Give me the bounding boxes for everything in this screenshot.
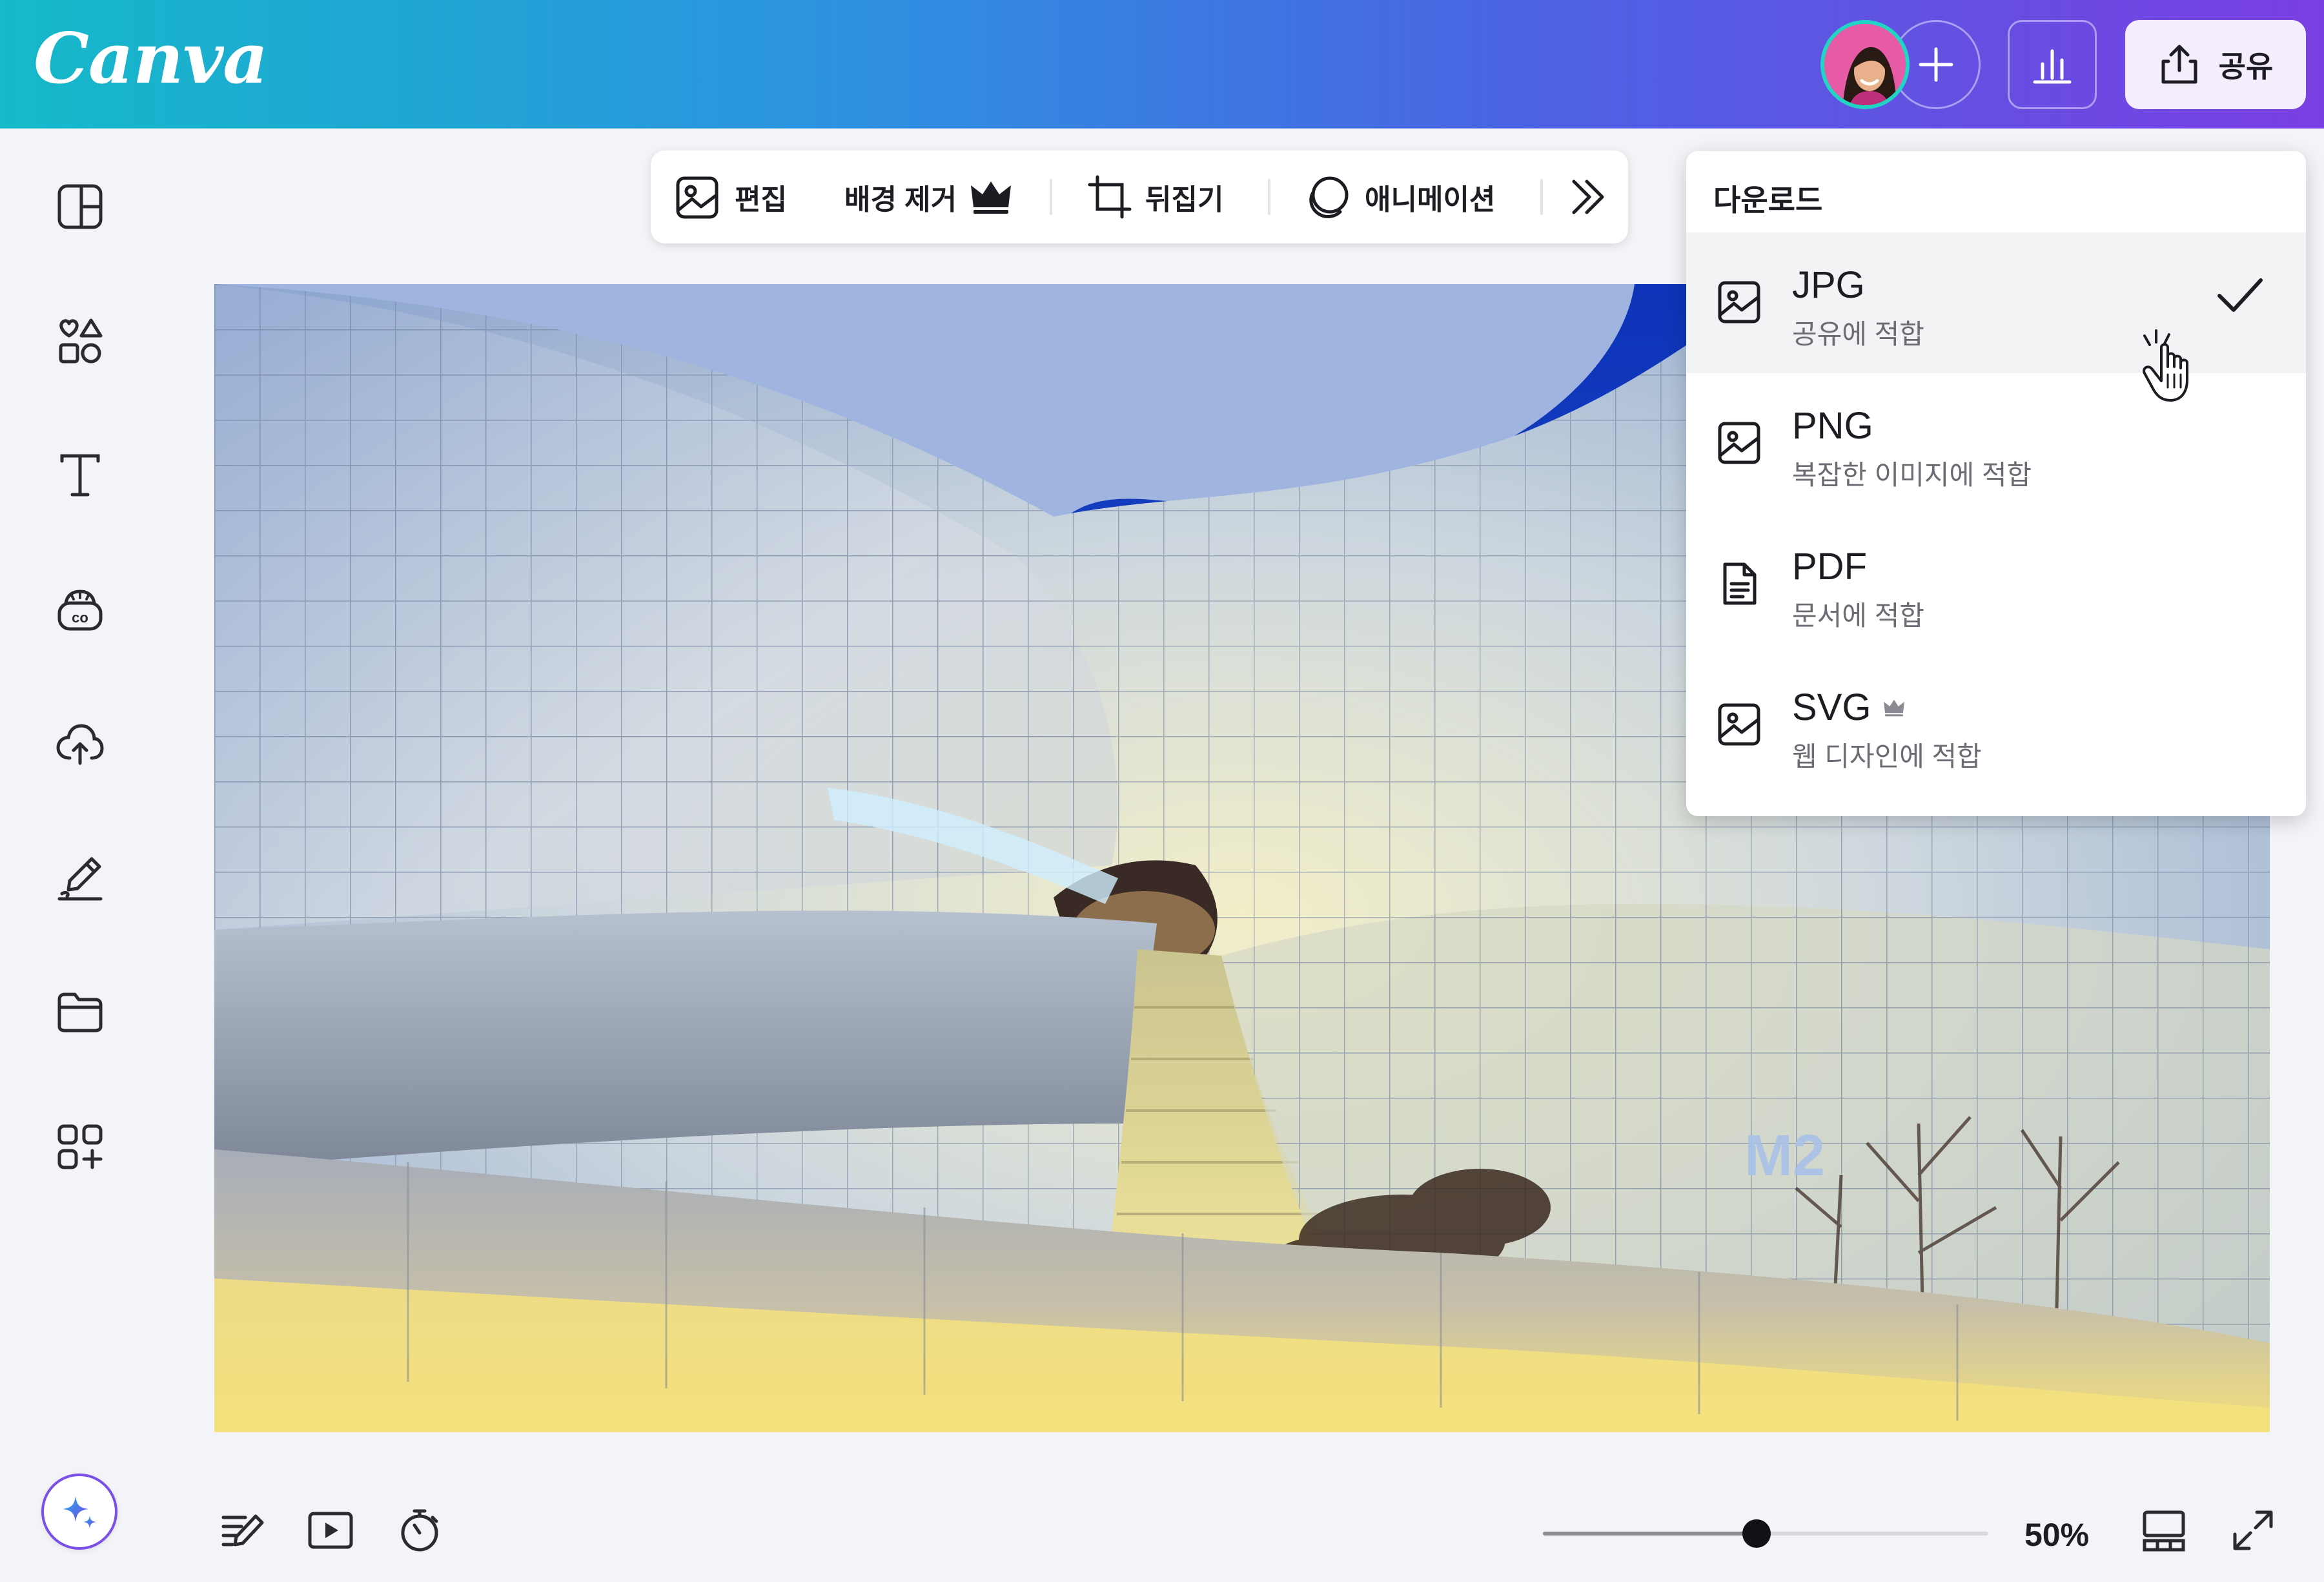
sidebar-item-elements[interactable] bbox=[54, 315, 106, 367]
zoom-slider-fill bbox=[1543, 1532, 1757, 1536]
plus-icon bbox=[1919, 47, 1953, 82]
crown-icon bbox=[971, 181, 1012, 214]
toolbar-divider bbox=[1050, 179, 1052, 215]
crop-icon bbox=[1088, 175, 1132, 219]
share-upload-icon bbox=[2161, 45, 2197, 84]
edit-label: 편집 bbox=[735, 184, 787, 216]
animate-icon bbox=[1309, 176, 1349, 218]
apps-icon bbox=[57, 1124, 103, 1169]
timer-button[interactable] bbox=[394, 1505, 445, 1556]
format-option-png[interactable]: PNG 복잡한 이미지에 적합 bbox=[1686, 373, 2306, 514]
bg-remove-button[interactable]: 배경 제거 bbox=[844, 150, 1012, 243]
format-name: SVG bbox=[1792, 686, 1871, 728]
download-menu-title: 다운로드 bbox=[1713, 183, 1823, 217]
format-option-pdf[interactable]: PDF 문서에 적합 bbox=[1686, 514, 2306, 655]
format-option-svg[interactable]: SVG 웹 디자인에 적합 bbox=[1686, 655, 2306, 796]
flip-button[interactable]: 뒤집기 bbox=[1087, 150, 1223, 243]
checkmark-icon bbox=[2217, 278, 2263, 312]
format-description: 공유에 적합 bbox=[1792, 319, 1924, 349]
sidebar-item-draw[interactable] bbox=[54, 852, 106, 904]
timer-icon bbox=[401, 1509, 438, 1552]
format-description: 복잡한 이미지에 적합 bbox=[1792, 460, 2032, 490]
sparkle-icon bbox=[63, 1496, 96, 1528]
animate-button[interactable]: 애니메이션 bbox=[1304, 150, 1495, 243]
toolbar-divider bbox=[1268, 179, 1270, 215]
toolbar-divider bbox=[1540, 179, 1543, 215]
bg-remove-label: 배경 제거 bbox=[844, 184, 957, 216]
format-description: 문서에 적합 bbox=[1792, 601, 1924, 631]
present-button[interactable] bbox=[305, 1505, 356, 1556]
elements-icon bbox=[59, 318, 103, 364]
zoom-slider-thumb[interactable] bbox=[1742, 1519, 1771, 1548]
canva-logo[interactable]: Canva bbox=[34, 18, 268, 99]
premium-crown-icon bbox=[1883, 699, 1904, 716]
text-icon bbox=[60, 454, 100, 497]
download-format-menu: 다운로드 JPG 공유에 적합 PNG 복잡한 이미지에 적합 PDF 문서에 … bbox=[1686, 151, 2306, 816]
avatar[interactable] bbox=[1820, 20, 1910, 109]
uploads-cloud-icon bbox=[56, 724, 104, 765]
format-name: PNG bbox=[1792, 405, 1873, 447]
sidebar-item-brand[interactable]: co bbox=[54, 584, 106, 635]
hand-cursor-icon bbox=[2143, 329, 2188, 402]
double-chevron-right-icon bbox=[1572, 180, 1604, 214]
sidebar-item-uploads[interactable] bbox=[54, 718, 106, 770]
format-name: JPG bbox=[1792, 264, 1865, 306]
present-icon bbox=[308, 1512, 353, 1549]
flip-label: 뒤집기 bbox=[1145, 184, 1224, 216]
format-description: 웹 디자인에 적합 bbox=[1792, 741, 1982, 772]
brand-icon: co bbox=[57, 590, 103, 631]
zoom-slider[interactable] bbox=[1543, 1519, 1988, 1548]
fullscreen-button[interactable] bbox=[2227, 1505, 2279, 1556]
edit-image-button[interactable]: 편집 bbox=[674, 150, 787, 243]
share-label: 공유 bbox=[2218, 50, 2274, 83]
more-tools-button[interactable] bbox=[1567, 150, 1609, 243]
notes-button[interactable] bbox=[217, 1505, 269, 1556]
magic-assistant-button[interactable] bbox=[41, 1474, 117, 1550]
grid-view-button[interactable] bbox=[2138, 1505, 2190, 1556]
design-panel-icon bbox=[57, 184, 103, 229]
format-name: PDF bbox=[1792, 546, 1867, 588]
sidebar-item-projects[interactable] bbox=[54, 987, 106, 1038]
top-header: Canva 공유 bbox=[0, 0, 2324, 128]
format-option-jpg[interactable]: JPG 공유에 적합 bbox=[1686, 232, 2306, 373]
notes-icon bbox=[221, 1514, 264, 1546]
grid-view-icon bbox=[2143, 1510, 2185, 1552]
sidebar-item-design[interactable] bbox=[54, 181, 106, 232]
image-icon bbox=[1718, 281, 1760, 324]
insights-button[interactable] bbox=[2008, 20, 2097, 109]
svg-text:co: co bbox=[72, 610, 88, 626]
image-toolbar: 편집 배경 제거 뒤집기 애니메이션 bbox=[651, 150, 1628, 243]
zoom-level[interactable]: 50% bbox=[2024, 1516, 2089, 1554]
sidebar-item-apps[interactable] bbox=[54, 1121, 106, 1173]
animate-label: 애니메이션 bbox=[1365, 184, 1496, 216]
draw-icon bbox=[57, 857, 103, 901]
image-icon bbox=[1718, 703, 1760, 746]
document-icon bbox=[1723, 562, 1757, 605]
share-button[interactable]: 공유 bbox=[2125, 20, 2306, 109]
fullscreen-icon bbox=[2233, 1510, 2273, 1550]
image-icon bbox=[1718, 422, 1760, 464]
projects-folder-icon bbox=[57, 992, 103, 1032]
edit-image-icon bbox=[676, 176, 719, 219]
sidebar-item-text[interactable] bbox=[54, 449, 106, 501]
image-signage-text: M2 bbox=[1744, 1124, 1825, 1188]
bar-chart-icon bbox=[2033, 49, 2072, 84]
